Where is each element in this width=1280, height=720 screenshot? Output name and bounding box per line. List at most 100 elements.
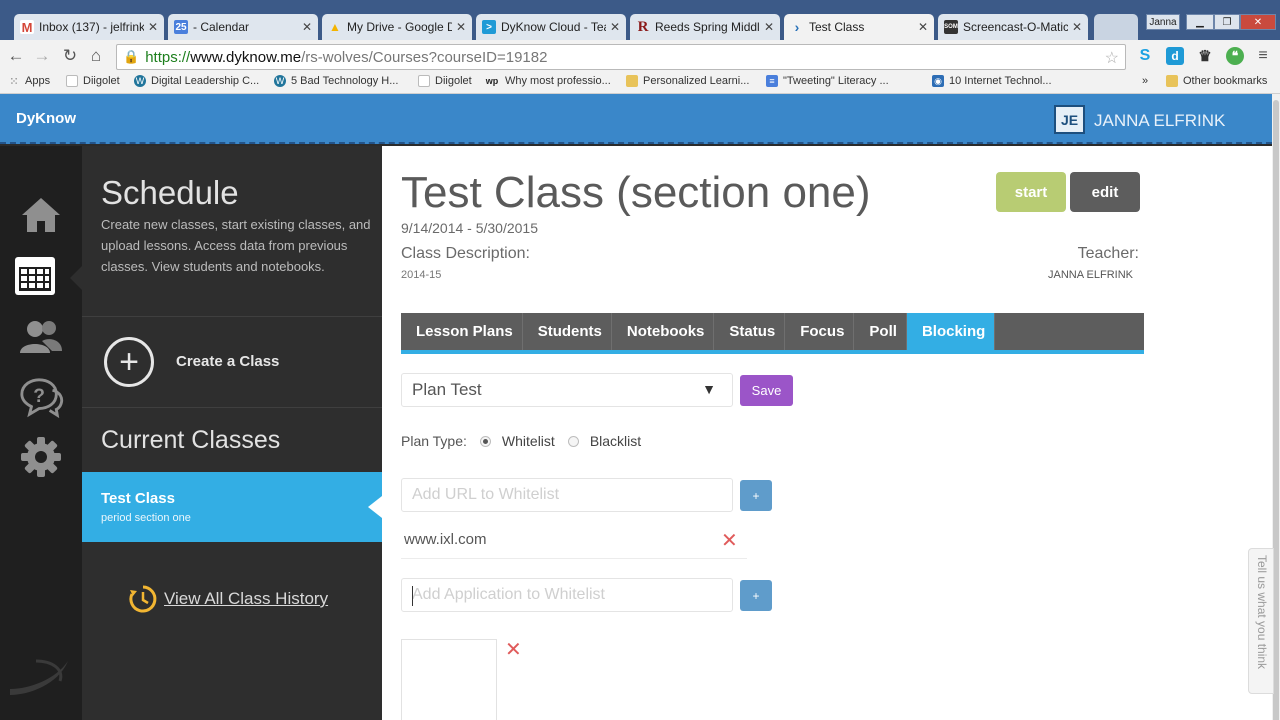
class-period: period section one: [101, 512, 191, 524]
nav-active-indicator: [70, 266, 82, 290]
lock-icon: 🔒: [123, 49, 140, 64]
tab-notebooks[interactable]: Notebooks: [612, 313, 715, 350]
bookmark-diigolet-2[interactable]: Diigolet: [418, 75, 472, 87]
remove-application-icon[interactable]: ✕: [505, 640, 522, 660]
bookmark-bad-technology[interactable]: W5 Bad Technology H...: [274, 75, 398, 87]
maximize-icon[interactable]: ❐: [1214, 14, 1240, 30]
application-entry-box: [401, 639, 497, 720]
diigo-icon[interactable]: d: [1166, 47, 1184, 65]
bookmark-other[interactable]: Other bookmarks: [1166, 75, 1267, 87]
wordpress-icon: W: [134, 75, 146, 87]
tab-focus[interactable]: Focus: [785, 313, 855, 350]
minimize-icon[interactable]: ▁: [1186, 14, 1214, 30]
browser-tab-gmail[interactable]: M Inbox (137) - jelfrink@ ✕: [14, 14, 164, 40]
bookmark-personalized-learning[interactable]: Personalized Learni...: [626, 75, 749, 87]
drive-icon: ▲: [329, 20, 341, 34]
back-icon[interactable]: ←: [6, 46, 26, 66]
wordpress-icon: W: [274, 75, 286, 87]
apps-icon: ⁙: [9, 75, 19, 88]
user-avatar[interactable]: JE: [1054, 105, 1085, 134]
bookmarks-bar: ⁙ Apps Diigolet W Digital Leadership C... …: [0, 72, 1280, 94]
bookmarks-overflow-icon[interactable]: »: [1142, 75, 1148, 87]
radio-selected-dot: [482, 438, 488, 444]
whitelist-radio[interactable]: [479, 435, 491, 447]
feedly-icon[interactable]: ♛: [1196, 47, 1214, 65]
edit-button[interactable]: edit: [1070, 172, 1140, 212]
window-close-icon[interactable]: ✕: [1240, 14, 1276, 30]
url-whitelist-input[interactable]: Add URL to Whitelist: [401, 478, 733, 512]
browser-tab-reeds-spring[interactable]: R Reeds Spring Middle ✕: [630, 14, 780, 40]
close-icon[interactable]: ✕: [456, 20, 466, 34]
dropdown-arrow-icon: ▼: [702, 381, 716, 397]
text-cursor: [412, 586, 413, 606]
browser-tab-screencast[interactable]: SOM Screencast-O-Matic ✕: [938, 14, 1088, 40]
browser-tab-test-class[interactable]: › Test Class ✕: [784, 14, 934, 40]
close-icon[interactable]: ✕: [148, 20, 158, 34]
forward-icon[interactable]: →: [32, 46, 52, 66]
tab-status[interactable]: Status: [714, 313, 786, 350]
tab-poll[interactable]: Poll: [854, 313, 907, 350]
close-icon[interactable]: ✕: [764, 20, 774, 34]
tab-lesson-plans[interactable]: Lesson Plans: [401, 313, 523, 350]
bookmark-diigolet[interactable]: Diigolet: [66, 75, 120, 87]
browser-tabstrip: M Inbox (137) - jelfrink@ ✕ 25 - Calenda…: [0, 0, 1280, 40]
page-title: Test Class (section one): [401, 168, 871, 217]
feedback-tab[interactable]: Tell us what you think: [1248, 548, 1274, 694]
bookmark-star-icon[interactable]: ☆: [1105, 48, 1119, 68]
reload-icon[interactable]: ↻: [60, 46, 80, 66]
close-icon[interactable]: ✕: [1072, 20, 1082, 34]
class-dates: 9/14/2014 - 5/30/2015: [401, 220, 539, 236]
bookmark-digital-leadership[interactable]: W Digital Leadership C...: [134, 75, 259, 87]
bookmark-internet-technologies[interactable]: ◉ 10 Internet Technol...: [932, 75, 1052, 87]
app-header: DyKnow JE JANNA ELFRINK: [0, 94, 1272, 144]
create-class-button[interactable]: + Create a Class: [82, 316, 382, 408]
app-whitelist-input[interactable]: Add Application to Whitelist: [401, 578, 733, 612]
add-application-button[interactable]: +: [740, 580, 772, 611]
add-url-button[interactable]: +: [740, 480, 772, 511]
home-icon[interactable]: ⌂: [86, 46, 106, 66]
save-button[interactable]: Save: [740, 375, 793, 406]
close-icon[interactable]: ✕: [302, 20, 312, 34]
settings-nav-icon[interactable]: [18, 434, 64, 480]
close-icon[interactable]: ✕: [918, 20, 928, 34]
help-nav-icon[interactable]: ?: [18, 374, 64, 420]
plus-circle-icon: +: [104, 337, 154, 387]
description-value: 2014-15: [401, 269, 442, 281]
selected-indicator: [368, 496, 382, 518]
class-list-item[interactable]: Test Class period section one: [82, 472, 382, 542]
bookmark-why-most[interactable]: wp Why most professio...: [484, 75, 611, 87]
blacklist-radio[interactable]: [567, 435, 579, 447]
evernote-icon[interactable]: ❝: [1226, 47, 1244, 65]
blocking-plan-select[interactable]: Plan Test ▼: [401, 373, 733, 407]
app-logo[interactable]: DyKnow: [16, 110, 76, 127]
skype-icon[interactable]: S: [1136, 47, 1154, 65]
whitelist-label[interactable]: Whitelist: [502, 433, 555, 449]
menu-icon[interactable]: ≡: [1254, 47, 1272, 65]
user-name[interactable]: JANNA ELFRINK: [1094, 111, 1225, 131]
blacklist-label[interactable]: Blacklist: [590, 433, 641, 449]
bookmark-tweeting-literacy[interactable]: ≡ "Tweeting" Literacy ...: [766, 75, 889, 87]
calendar-icon: 25: [174, 20, 188, 34]
remove-url-icon[interactable]: ✕: [721, 531, 738, 551]
browser-tab-dyknow-cloud[interactable]: > DyKnow Cloud - Tea ✕: [476, 14, 626, 40]
close-icon[interactable]: ✕: [610, 20, 620, 34]
doc-icon: ≡: [766, 75, 778, 87]
gmail-icon: M: [20, 19, 34, 35]
app-input-placeholder: Add Application to Whitelist: [412, 586, 605, 603]
students-nav-icon[interactable]: [18, 314, 64, 360]
view-class-history-link[interactable]: View All Class History: [128, 584, 328, 614]
tab-blocking[interactable]: Blocking: [906, 313, 996, 350]
plan-type-group: Plan Type: Whitelist Blacklist: [401, 433, 641, 449]
class-name: Test Class: [101, 490, 175, 507]
address-bar[interactable]: 🔒 https://www.dyknow.me/rs-wolves/Course…: [116, 44, 1126, 70]
feedback-label: Tell us what you think: [1255, 555, 1269, 670]
home-nav-icon[interactable]: [18, 192, 64, 238]
new-tab-button[interactable]: [1094, 14, 1138, 40]
browser-tab-calendar[interactable]: 25 - Calendar ✕: [168, 14, 318, 40]
tab-students[interactable]: Students: [523, 313, 612, 350]
calendar-nav-icon[interactable]: [12, 252, 58, 298]
start-button[interactable]: start: [996, 172, 1066, 212]
browser-tab-drive[interactable]: ▲ My Drive - Google D ✕: [322, 14, 472, 40]
bookmark-apps[interactable]: ⁙ Apps: [8, 75, 50, 88]
profile-button[interactable]: Janna: [1146, 14, 1180, 30]
